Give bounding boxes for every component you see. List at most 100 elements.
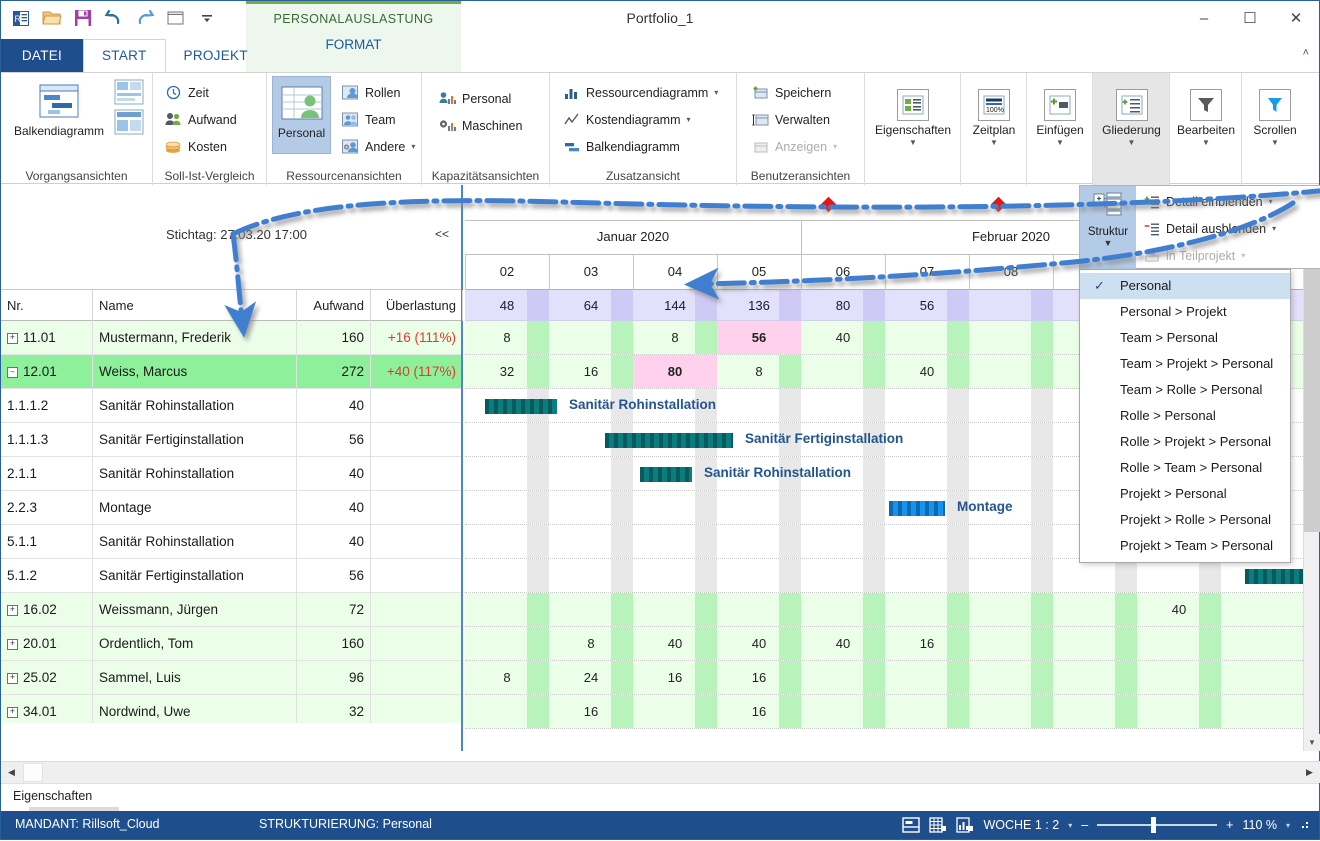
dropdown-menu-item[interactable]: Rolle > Personal [1080, 403, 1290, 429]
status-zoom-controls[interactable]: WOCHE 1 : 2 ▾ – + 110 % ▾ [902, 811, 1311, 839]
gliederung-dropdown-menu[interactable]: ✓ Personal Personal > Projekt Team > Person… [1079, 269, 1291, 563]
column-header-aufwand[interactable]: Aufwand [297, 290, 371, 321]
maximize-button[interactable]: ☐ [1227, 1, 1273, 35]
column-header-nr[interactable]: Nr. [1, 290, 93, 321]
chevron-down-icon[interactable]: ▼ [1271, 138, 1279, 147]
tab-start[interactable]: START [83, 39, 166, 72]
minimize-button[interactable]: – [1181, 1, 1227, 35]
struktur-button[interactable]: Struktur ▼ [1080, 186, 1136, 270]
chevron-down-icon[interactable]: ▼ [990, 138, 998, 147]
table-row[interactable]: +25.02 Sammel, Luis 96 [1, 661, 461, 695]
rollen-button[interactable]: Rollen [337, 79, 420, 106]
einfuegen-button[interactable]: Einfügen ▼ [1027, 81, 1093, 167]
zusatz-balkendiagramm-button[interactable]: Balkendiagramm [558, 133, 723, 160]
gantt-row[interactable]: 40 [465, 593, 1303, 627]
dropdown-menu-item[interactable]: ✓ Personal [1080, 273, 1290, 299]
chevron-down-icon[interactable]: ▾ [1241, 251, 1245, 260]
zoom-out-button[interactable]: – [1081, 818, 1088, 832]
horizontal-scrollbar[interactable]: ◀ ▶ [1, 761, 1320, 783]
view-tile-2[interactable] [114, 109, 144, 138]
chevron-down-icon[interactable]: ▾ [687, 115, 691, 124]
chevron-down-icon[interactable]: ▼ [1202, 138, 1210, 147]
dropdown-menu-item[interactable]: Team > Projekt > Personal [1080, 351, 1290, 377]
scroll-left-button[interactable]: ◀ [2, 763, 21, 782]
bearbeiten-button[interactable]: Bearbeiten ▼ [1170, 81, 1242, 167]
zoom-slider[interactable] [1097, 817, 1218, 833]
window-icon[interactable] [164, 6, 188, 30]
column-header-ueberlastung[interactable]: Überlastung [371, 290, 463, 321]
vertical-scrollbar[interactable]: ▲ ▼ [1303, 185, 1320, 751]
ribbon-tabs[interactable]: DATEI START PROJEKT [1, 39, 266, 72]
chevron-down-icon[interactable]: ▾ [1286, 821, 1290, 830]
collapse-icon[interactable]: – [7, 366, 18, 378]
dropdown-menu-item[interactable]: Personal > Projekt [1080, 299, 1290, 325]
gantt-row[interactable]: 8 40 40 40 16 [465, 627, 1303, 661]
chevron-down-icon[interactable]: ▼ [1128, 138, 1136, 147]
chart-view-icon[interactable] [956, 817, 974, 833]
redo-icon[interactable] [133, 6, 157, 30]
detail-ausblenden-button[interactable]: Detail ausblenden ▾ [1138, 215, 1318, 242]
scroll-right-button[interactable]: ▶ [1300, 763, 1319, 782]
gliederung-button[interactable]: Gliederung ▼ [1093, 81, 1170, 167]
dropdown-menu-item[interactable]: Rolle > Team > Personal [1080, 455, 1290, 481]
andere-button[interactable]: Andere ▾ [337, 133, 420, 160]
open-icon[interactable] [40, 6, 64, 30]
scale-label[interactable]: WOCHE 1 : 2 [983, 818, 1059, 832]
kostendiagramm-button[interactable]: Kostendiagramm ▾ [558, 106, 723, 133]
kosten-button[interactable]: Kosten [160, 133, 242, 160]
dropdown-menu-item[interactable]: Projekt > Rolle > Personal [1080, 507, 1290, 533]
team-button[interactable]: Team [337, 106, 420, 133]
gantt-bar[interactable] [605, 433, 733, 448]
detail-einblenden-button[interactable]: Detail einblenden ▾ [1138, 188, 1318, 215]
chevron-down-icon[interactable]: ▾ [411, 142, 415, 151]
table-row[interactable]: +34.01 Nordwind, Uwe 32 [1, 695, 461, 723]
undo-icon[interactable] [102, 6, 126, 30]
tab-projekt[interactable]: PROJEKT [166, 39, 266, 72]
table-view-icon[interactable] [929, 817, 947, 833]
dropdown-menu-item[interactable]: Projekt > Personal [1080, 481, 1290, 507]
chevron-down-icon[interactable]: ▾ [833, 142, 837, 151]
collapse-left-button[interactable]: << [435, 227, 449, 241]
horizontal-scroll-thumb[interactable] [23, 763, 43, 782]
scrollen-button[interactable]: Scrollen ▼ [1242, 81, 1308, 167]
window-controls[interactable]: – ☐ ✕ [1181, 1, 1319, 35]
expand-icon[interactable]: + [7, 672, 18, 684]
table-row[interactable]: 1.1.1.2 Sanitär Rohinstallation 40 [1, 389, 461, 423]
tab-datei[interactable]: DATEI [1, 39, 83, 72]
chevron-down-icon[interactable]: ▾ [1272, 224, 1276, 233]
expand-icon[interactable]: + [7, 638, 18, 650]
table-row[interactable]: 5.1.1 Sanitär Rohinstallation 40 [1, 525, 461, 559]
zoom-in-button[interactable]: + [1226, 818, 1233, 832]
qat-more-icon[interactable] [195, 6, 219, 30]
gantt-bar[interactable] [485, 399, 557, 414]
verwalten-view-button[interactable]: Verwalten [747, 106, 842, 133]
table-row[interactable]: +11.01 Mustermann, Frederik 160 +16 (111%) [1, 321, 461, 355]
gantt-row[interactable]: 16 16 [465, 695, 1303, 729]
kapazitaet-maschinen-button[interactable]: Maschinen [434, 112, 527, 139]
chevron-down-icon[interactable]: ▾ [1068, 821, 1072, 830]
collapse-ribbon-button[interactable]: ˄ [1303, 47, 1309, 59]
view-tile-1[interactable] [114, 79, 144, 108]
zoom-slider-handle[interactable] [1151, 817, 1157, 833]
personal-view-button[interactable]: Personal [272, 76, 331, 154]
zeitplan-button[interactable]: 100% Zeitplan ▼ [961, 81, 1027, 167]
chevron-down-icon[interactable]: ▼ [1104, 238, 1113, 248]
chevron-down-icon[interactable]: ▾ [714, 88, 718, 97]
dropdown-menu-item[interactable]: Team > Rolle > Personal [1080, 377, 1290, 403]
dropdown-menu-item[interactable]: Projekt > Team > Personal [1080, 533, 1290, 559]
tab-format[interactable]: FORMAT [246, 26, 461, 52]
in-teilprojekt-button[interactable]: in Teilprojekt ▾ [1138, 242, 1318, 269]
kapazitaet-personal-button[interactable]: Personal [434, 85, 527, 112]
expand-icon[interactable]: + [7, 706, 18, 718]
dropdown-menu-item[interactable]: Rolle > Projekt > Personal [1080, 429, 1290, 455]
table-row[interactable]: –12.01 Weiss, Marcus 272 +40 (117%) [1, 355, 461, 389]
properties-tab-label[interactable]: Eigenschaften [13, 789, 92, 803]
gantt-row[interactable]: 8 24 16 16 [465, 661, 1303, 695]
grip-icon[interactable] [1299, 819, 1311, 831]
app-icon[interactable]: R [9, 6, 33, 30]
gantt-bar[interactable] [640, 467, 692, 482]
table-row[interactable]: 2.2.3 Montage 40 [1, 491, 461, 525]
column-header-name[interactable]: Name [93, 290, 297, 321]
table-row[interactable]: 2.1.1 Sanitär Rohinstallation 40 [1, 457, 461, 491]
expand-icon[interactable]: + [7, 332, 18, 344]
